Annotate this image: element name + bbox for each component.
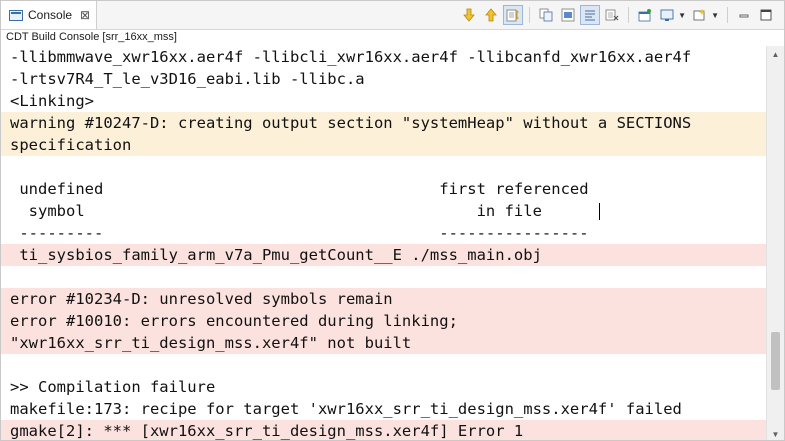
console-line: symbol in file: [1, 200, 766, 222]
console-line: -llibmmwave_xwr16xx.aer4f -llibcli_xwr16…: [10, 48, 692, 66]
scroll-up-icon[interactable]: [481, 5, 501, 25]
console-name-label: CDT Build Console [srr_16xx_mss]: [6, 31, 177, 43]
console-error-line: error #10234-D: unresolved symbols remai…: [1, 288, 766, 310]
console-error-line: ti_sysbios_family_arm_v7a_Pmu_getCount__…: [1, 244, 766, 266]
clear-console-icon[interactable]: [602, 5, 622, 25]
view-tab-bar: Console ⊠ ▼ ▼: [1, 1, 784, 30]
console-line: makefile:173: recipe for target 'xwr16xx…: [10, 400, 682, 418]
console-error-line: "xwr16xx_srr_ti_design_mss.xer4f" not bu…: [1, 332, 766, 354]
console-line: undefined first referenced: [10, 180, 589, 198]
toolbar-separator: [529, 7, 531, 23]
console-toolbar: ▼ ▼: [459, 4, 776, 26]
console-line: >> Compilation failure: [10, 378, 216, 396]
select-all-icon[interactable]: [558, 5, 578, 25]
console-line: --------- ----------------: [10, 224, 589, 242]
display-console-icon[interactable]: [657, 5, 677, 25]
console-warning-line: specification: [1, 134, 766, 156]
toolbar-separator: [628, 7, 630, 23]
scroll-down-icon[interactable]: [459, 5, 479, 25]
vertical-scrollbar[interactable]: ▲ ▼: [766, 46, 784, 440]
console-line: <Linking>: [10, 92, 94, 110]
console-warning-line: warning #10247-D: creating output sectio…: [1, 112, 766, 134]
pin-console-icon[interactable]: [635, 5, 655, 25]
word-wrap-icon[interactable]: [580, 5, 601, 25]
chevron-down-icon[interactable]: ▼: [711, 11, 719, 20]
tab-label: Console: [28, 8, 73, 22]
toolbar-separator: [727, 7, 728, 23]
copy-icon[interactable]: [536, 5, 556, 25]
console-view: Console ⊠ ▼ ▼ CDT Build Console [srr_16x…: [0, 0, 785, 441]
console-error-line: error #10010: errors encountered during …: [1, 310, 766, 332]
text-caret: [599, 203, 600, 220]
minimize-icon[interactable]: [734, 5, 754, 25]
console-icon: [9, 9, 23, 21]
scroll-lock-icon[interactable]: [503, 5, 524, 25]
console-error-line: gmake[2]: *** [xwr16xx_srr_ti_design_mss…: [1, 420, 766, 440]
close-icon[interactable]: ⊠: [80, 9, 90, 21]
scroll-down-arrow-icon[interactable]: ▼: [767, 426, 784, 440]
chevron-down-icon[interactable]: ▼: [678, 11, 686, 20]
scrollbar-thumb[interactable]: [771, 332, 780, 390]
open-console-icon[interactable]: [690, 5, 710, 25]
tab-console[interactable]: Console ⊠: [1, 1, 97, 29]
console-line: -lrtsv7R4_T_le_v3D16_eabi.lib -llibc.a: [10, 70, 365, 88]
console-output[interactable]: -llibmmwave_xwr16xx.aer4f -llibcli_xwr16…: [1, 46, 766, 440]
scroll-up-arrow-icon[interactable]: ▲: [767, 46, 784, 62]
maximize-icon[interactable]: [756, 5, 776, 25]
